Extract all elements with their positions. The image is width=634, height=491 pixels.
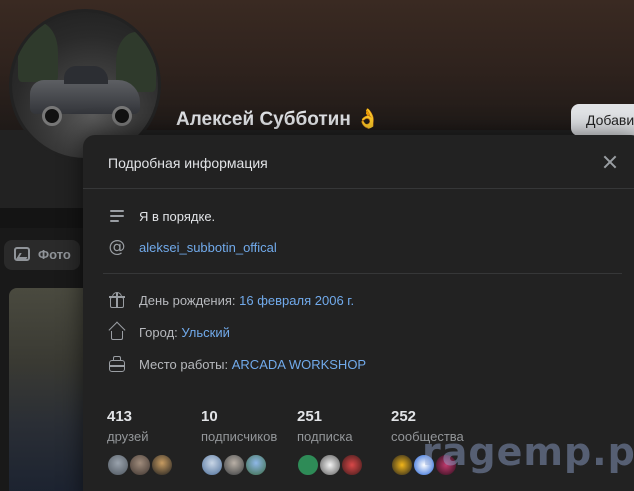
photo-tab-label: Фото xyxy=(38,247,71,262)
modal-title: Подробная информация xyxy=(108,155,268,171)
status-lines-icon xyxy=(108,207,126,225)
avatar xyxy=(128,453,152,477)
stat-subscriptions[interactable]: 251 подписка xyxy=(297,408,353,444)
modal-header: Подробная информация xyxy=(83,135,634,189)
home-icon xyxy=(108,321,126,341)
avatar xyxy=(340,453,364,477)
stat-number: 251 xyxy=(297,408,323,425)
photo-tab[interactable]: Фото xyxy=(4,240,80,270)
close-icon[interactable] xyxy=(603,155,617,169)
avatar-wheel xyxy=(42,106,62,126)
avatar-tree xyxy=(18,22,58,82)
stat-followers[interactable]: 10 подписчиков xyxy=(201,408,277,444)
stat-friends[interactable]: 413 друзей xyxy=(107,408,148,444)
city-label: Город: xyxy=(139,325,178,340)
stat-caption: подписка xyxy=(297,429,353,444)
add-friend-button[interactable]: Добави xyxy=(571,104,634,136)
stat-number: 10 xyxy=(201,408,218,425)
stat-caption: подписчиков xyxy=(201,429,278,444)
followers-avatars[interactable] xyxy=(200,453,270,477)
birthday-value[interactable]: 16 февраля 2006 г. xyxy=(239,293,354,308)
work-value[interactable]: ARCADA WORKSHOP xyxy=(232,357,366,372)
birthday-text: День рождения: 16 февраля 2006 г. xyxy=(139,293,354,308)
watermark: ragemp.pro xyxy=(422,430,634,474)
friends-avatars[interactable] xyxy=(106,453,176,477)
avatar-wheel xyxy=(112,106,132,126)
city-text: Город: Ульский xyxy=(139,325,230,340)
briefcase-icon xyxy=(108,355,126,373)
avatar xyxy=(244,453,268,477)
city-value[interactable]: Ульский xyxy=(181,325,229,340)
stat-caption: друзей xyxy=(107,429,149,444)
photo-thumbnail[interactable] xyxy=(9,288,89,491)
avatar xyxy=(390,453,414,477)
section-separator xyxy=(103,273,622,274)
avatar xyxy=(106,453,130,477)
stat-number: 413 xyxy=(107,408,133,425)
stat-number: 252 xyxy=(391,408,417,425)
avatar xyxy=(318,453,342,477)
work-label: Место работы: xyxy=(139,357,229,372)
avatar xyxy=(200,453,224,477)
site-link[interactable]: aleksei_subbotin_offical xyxy=(139,240,277,255)
subscriptions-avatars[interactable] xyxy=(296,453,366,477)
work-text: Место работы: ARCADA WORKSHOP xyxy=(139,357,366,372)
birthday-label: День рождения: xyxy=(139,293,236,308)
avatar xyxy=(296,453,320,477)
profile-name: Алексей Субботин 👌 xyxy=(176,109,380,130)
photo-icon xyxy=(14,247,30,261)
status-text: Я в порядке. xyxy=(139,209,216,224)
gift-icon xyxy=(108,291,126,309)
at-icon: @ xyxy=(108,237,126,257)
avatar xyxy=(150,453,174,477)
avatar xyxy=(222,453,246,477)
